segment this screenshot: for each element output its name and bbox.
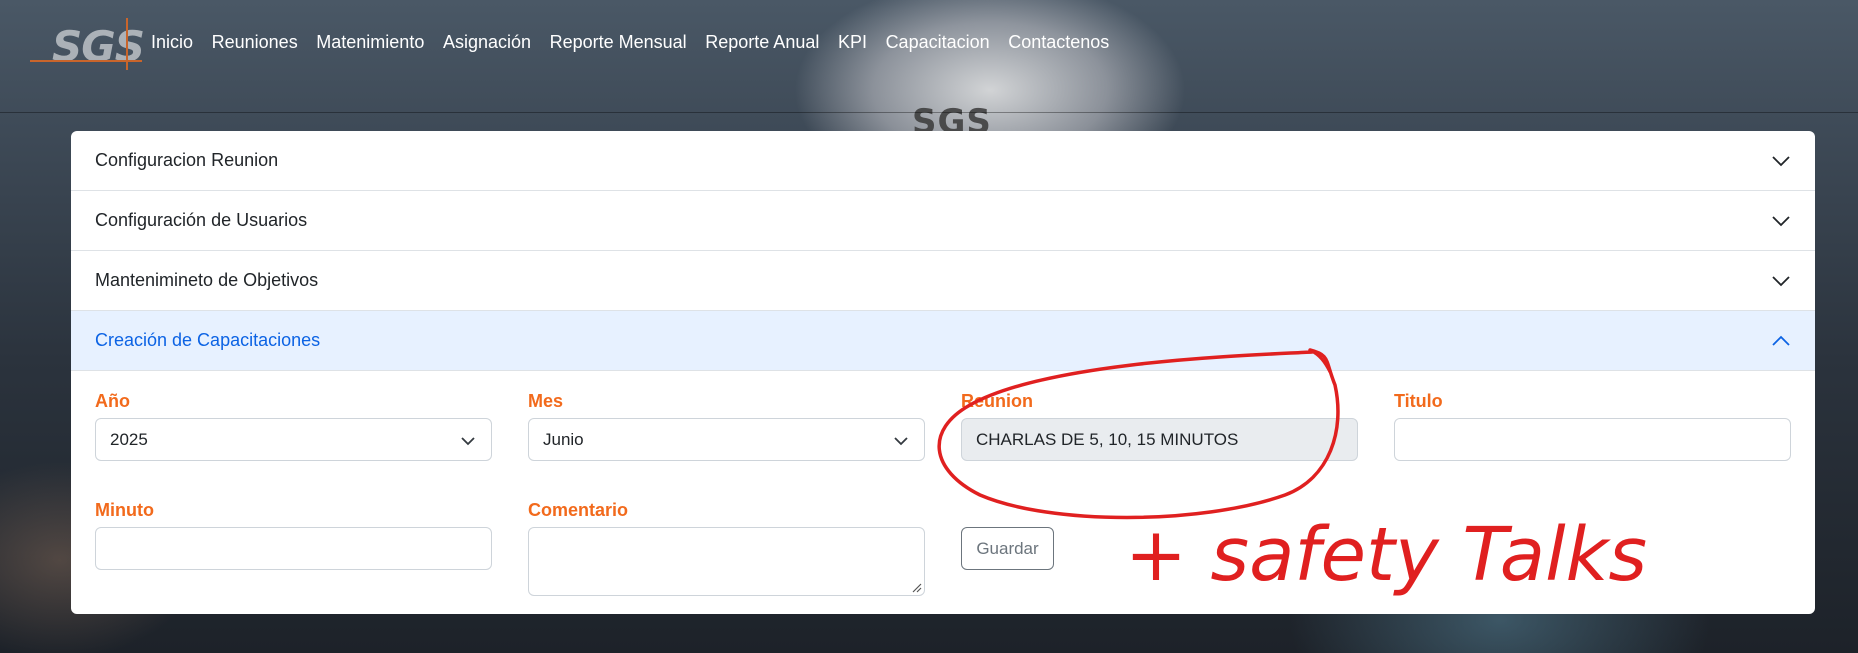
nav-link-contactenos[interactable]: Contactenos: [1008, 32, 1109, 53]
accordion-header-label: Mantenimineto de Objetivos: [95, 270, 319, 290]
mes-select[interactable]: Junio: [528, 418, 925, 461]
accordion-header-label: Configuración de Usuarios: [95, 210, 308, 230]
anio-select[interactable]: 2025: [95, 418, 492, 461]
accordion-header-configuracion-reunion[interactable]: Configuracion Reunion: [71, 131, 1815, 191]
nav-links: Inicio Reuniones Matenimiento Asignación…: [151, 32, 1128, 53]
chevron-down-icon: [894, 437, 908, 446]
accordion: Configuracion Reunion Configuración de U…: [71, 131, 1815, 614]
guardar-button[interactable]: Guardar: [961, 527, 1054, 570]
resize-grip-icon[interactable]: [912, 583, 922, 593]
chevron-down-icon: [1772, 276, 1790, 287]
nav-link-inicio[interactable]: Inicio: [151, 32, 193, 53]
logo-line: [126, 18, 128, 70]
chevron-down-icon: [461, 437, 475, 446]
minuto-input[interactable]: [95, 527, 492, 570]
nav-link-capacitacion[interactable]: Capacitacion: [886, 32, 990, 53]
comentario-label: Comentario: [528, 500, 629, 520]
reunion-label: Reunion: [961, 391, 1033, 411]
anio-label: Año: [95, 391, 130, 411]
titulo-label: Titulo: [1394, 391, 1443, 411]
sgs-logo[interactable]: SGS: [30, 18, 145, 71]
titulo-input[interactable]: [1394, 418, 1791, 461]
nav-link-reporte-anual[interactable]: Reporte Anual: [705, 32, 819, 53]
logo-text: SGS: [52, 22, 145, 71]
comentario-textarea[interactable]: [528, 527, 925, 596]
accordion-header-creacion-capacitaciones[interactable]: Creación de Capacitaciones: [71, 311, 1815, 371]
nav-link-reporte-mensual[interactable]: Reporte Mensual: [550, 32, 687, 53]
mes-value: Junio: [543, 430, 584, 449]
reunion-field: CHARLAS DE 5, 10, 15 MINUTOS: [961, 418, 1358, 461]
nav-link-kpi[interactable]: KPI: [838, 32, 867, 53]
navbar: SGS Inicio Reuniones Matenimiento Asigna…: [0, 0, 1858, 113]
anio-value: 2025: [110, 430, 148, 449]
capacitacion-form: Año 2025 Mes Junio Reunion CHARLAS DE 5,…: [71, 371, 1815, 614]
mes-label: Mes: [528, 391, 564, 411]
nav-link-matenimiento[interactable]: Matenimiento: [316, 32, 424, 53]
accordion-header-configuracion-usuarios[interactable]: Configuración de Usuarios: [71, 191, 1815, 251]
accordion-header-label: Creación de Capacitaciones: [95, 330, 321, 350]
chevron-down-icon: [1772, 156, 1790, 167]
minuto-label: Minuto: [95, 500, 154, 520]
chevron-down-icon: [1772, 216, 1790, 227]
nav-link-asignacion[interactable]: Asignación: [443, 32, 531, 53]
reunion-value: CHARLAS DE 5, 10, 15 MINUTOS: [976, 430, 1239, 449]
nav-link-reuniones[interactable]: Reuniones: [212, 32, 298, 53]
chevron-up-icon: [1772, 335, 1790, 346]
accordion-header-label: Configuracion Reunion: [95, 150, 279, 170]
accordion-header-mantenimiento-objetivos[interactable]: Mantenimineto de Objetivos: [71, 251, 1815, 311]
